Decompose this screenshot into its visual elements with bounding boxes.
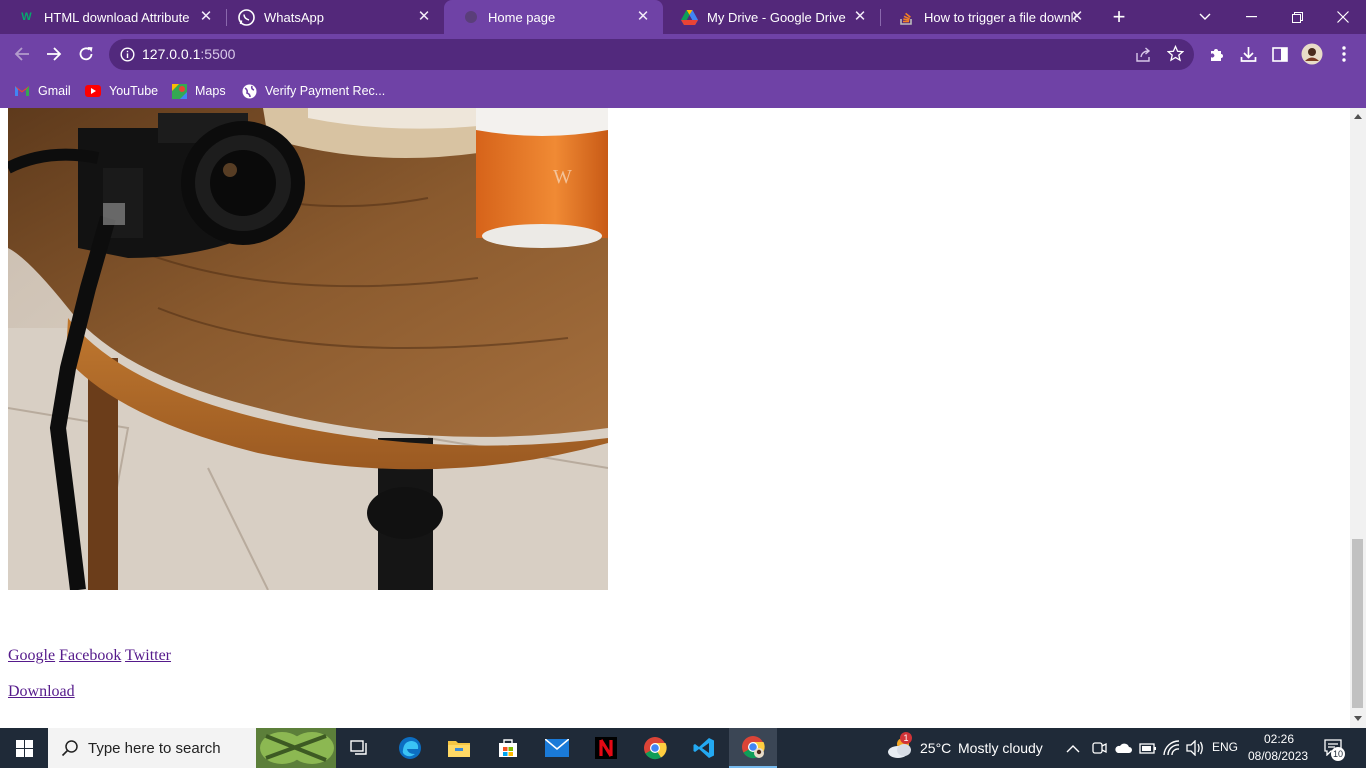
download-paragraph: Download xyxy=(8,683,75,701)
google-link[interactable]: Google xyxy=(8,647,55,664)
bookmark-maps[interactable]: Maps xyxy=(171,82,226,100)
globe-icon xyxy=(462,9,479,26)
clock-date[interactable]: 08/08/2023 xyxy=(1248,749,1308,763)
scroll-down-arrow-icon[interactable] xyxy=(1354,716,1362,721)
microsoft-store-icon[interactable] xyxy=(484,728,532,768)
netflix-icon[interactable] xyxy=(582,728,630,768)
w3schools-icon: W xyxy=(21,11,32,23)
youtube-icon xyxy=(85,83,101,99)
stackoverflow-icon xyxy=(898,9,915,26)
close-window-button[interactable] xyxy=(1320,0,1366,34)
gmail-icon xyxy=(14,83,30,99)
vscode-icon[interactable] xyxy=(680,728,728,768)
windows-start-button[interactable] xyxy=(0,728,48,768)
wifi-icon[interactable] xyxy=(1163,740,1181,761)
tab-title: Home page xyxy=(488,9,556,25)
clock-time[interactable]: 02:26 xyxy=(1264,732,1294,746)
meet-now-icon[interactable] xyxy=(1091,740,1107,761)
file-explorer-icon[interactable] xyxy=(435,728,483,768)
url-port: :5500 xyxy=(200,46,236,62)
minimize-button[interactable] xyxy=(1228,0,1274,34)
weather-temperature[interactable]: 25°C xyxy=(920,740,951,756)
address-bar[interactable]: 127.0.0.1:5500 xyxy=(109,39,1194,70)
scroll-thumb[interactable] xyxy=(1352,539,1363,708)
svg-text:W: W xyxy=(553,166,572,188)
chrome-icon[interactable] xyxy=(631,728,679,768)
language-indicator[interactable]: ENG xyxy=(1212,740,1238,754)
tab-search-chevron-icon[interactable] xyxy=(1182,0,1228,34)
volume-icon[interactable] xyxy=(1186,739,1204,761)
tab-whatsapp[interactable]: WhatsApp ✕ xyxy=(220,0,444,34)
chrome-profile-active-icon[interactable] xyxy=(729,728,777,768)
close-icon[interactable]: ✕ xyxy=(635,9,651,25)
bookmark-label: Gmail xyxy=(38,84,71,98)
reload-button[interactable] xyxy=(73,41,99,67)
new-tab-button[interactable]: + xyxy=(1106,4,1132,30)
close-icon[interactable]: ✕ xyxy=(1069,9,1085,25)
notification-count-badge: 10 xyxy=(1331,747,1346,761)
bookmarks-bar: Gmail YouTube Maps Verify Payment Rec... xyxy=(0,74,1366,108)
forward-button[interactable] xyxy=(41,41,67,67)
bookmark-label: Verify Payment Rec... xyxy=(265,84,386,98)
download-icon[interactable] xyxy=(1235,41,1261,67)
tab-stackoverflow[interactable]: How to trigger a file downlo ✕ xyxy=(880,0,1097,34)
scroll-up-arrow-icon[interactable] xyxy=(1354,114,1362,119)
globe-icon xyxy=(241,83,257,99)
url-text: 127.0.0.1:5500 xyxy=(142,46,235,62)
social-links: Google Facebook Twitter xyxy=(8,647,171,665)
bookmark-star-icon[interactable] xyxy=(1166,44,1185,67)
close-icon[interactable]: ✕ xyxy=(416,9,432,25)
edge-icon[interactable] xyxy=(386,728,434,768)
page-content: W Google Facebook Twitter Download xyxy=(0,108,1350,728)
tab-google-drive[interactable]: My Drive - Google Drive ✕ xyxy=(663,0,880,34)
tab-title: How to trigger a file downlo xyxy=(924,9,1078,25)
side-panel-icon[interactable] xyxy=(1267,41,1293,67)
close-icon[interactable]: ✕ xyxy=(852,9,868,25)
search-placeholder: Type here to search xyxy=(88,739,221,757)
weather-condition[interactable]: Mostly cloudy xyxy=(958,740,1043,756)
whatsapp-icon xyxy=(238,8,255,26)
bookmark-verify-payment[interactable]: Verify Payment Rec... xyxy=(241,82,385,100)
site-info-icon[interactable] xyxy=(120,47,135,67)
download-link[interactable]: Download xyxy=(8,683,75,700)
page-scrollbar[interactable] xyxy=(1350,108,1366,728)
mail-icon[interactable] xyxy=(533,728,581,768)
search-icon xyxy=(61,739,79,762)
google-drive-icon xyxy=(681,9,698,26)
share-icon[interactable] xyxy=(1135,46,1152,68)
windows-taskbar: Type here to search 1 25°C Mostly cloudy xyxy=(0,728,1366,768)
camera-coffee-photo: W xyxy=(8,108,608,590)
profile-avatar[interactable] xyxy=(1299,41,1325,67)
tab-html-download-attribute[interactable]: W HTML download Attribute ✕ xyxy=(0,0,226,34)
close-icon[interactable]: ✕ xyxy=(198,9,214,25)
restore-button[interactable] xyxy=(1274,0,1320,34)
maps-icon xyxy=(171,83,187,99)
bookmark-youtube[interactable]: YouTube xyxy=(85,82,158,100)
back-button[interactable] xyxy=(9,41,35,67)
weather-badge: 1 xyxy=(900,732,912,744)
tab-home-page[interactable]: Home page ✕ xyxy=(444,0,663,34)
battery-icon[interactable] xyxy=(1139,741,1157,760)
tab-title: My Drive - Google Drive xyxy=(707,9,846,25)
extensions-icon[interactable] xyxy=(1203,41,1229,67)
task-view-icon[interactable] xyxy=(336,728,384,768)
url-host: 127.0.0.1 xyxy=(142,46,201,62)
show-hidden-icons-chevron-icon[interactable] xyxy=(1066,741,1080,759)
facebook-link[interactable]: Facebook xyxy=(59,647,121,664)
tab-title: WhatsApp xyxy=(264,9,324,25)
browser-toolbar: 127.0.0.1:5500 xyxy=(0,34,1366,74)
weather-cloud-icon[interactable]: 1 xyxy=(886,732,914,765)
bookmark-label: Maps xyxy=(195,84,226,98)
twitter-link[interactable]: Twitter xyxy=(125,647,171,664)
onedrive-cloud-icon[interactable] xyxy=(1114,741,1132,759)
notifications-icon[interactable]: 10 xyxy=(1324,739,1346,761)
tab-strip: W HTML download Attribute ✕ WhatsApp ✕ H… xyxy=(0,0,1366,34)
bookmark-label: YouTube xyxy=(109,84,159,98)
tab-title: HTML download Attribute xyxy=(44,9,190,25)
bookmark-gmail[interactable]: Gmail xyxy=(14,82,71,100)
search-highlight-image xyxy=(256,728,336,768)
taskbar-search-box[interactable]: Type here to search xyxy=(48,728,336,768)
menu-kebab-icon[interactable] xyxy=(1331,41,1357,67)
